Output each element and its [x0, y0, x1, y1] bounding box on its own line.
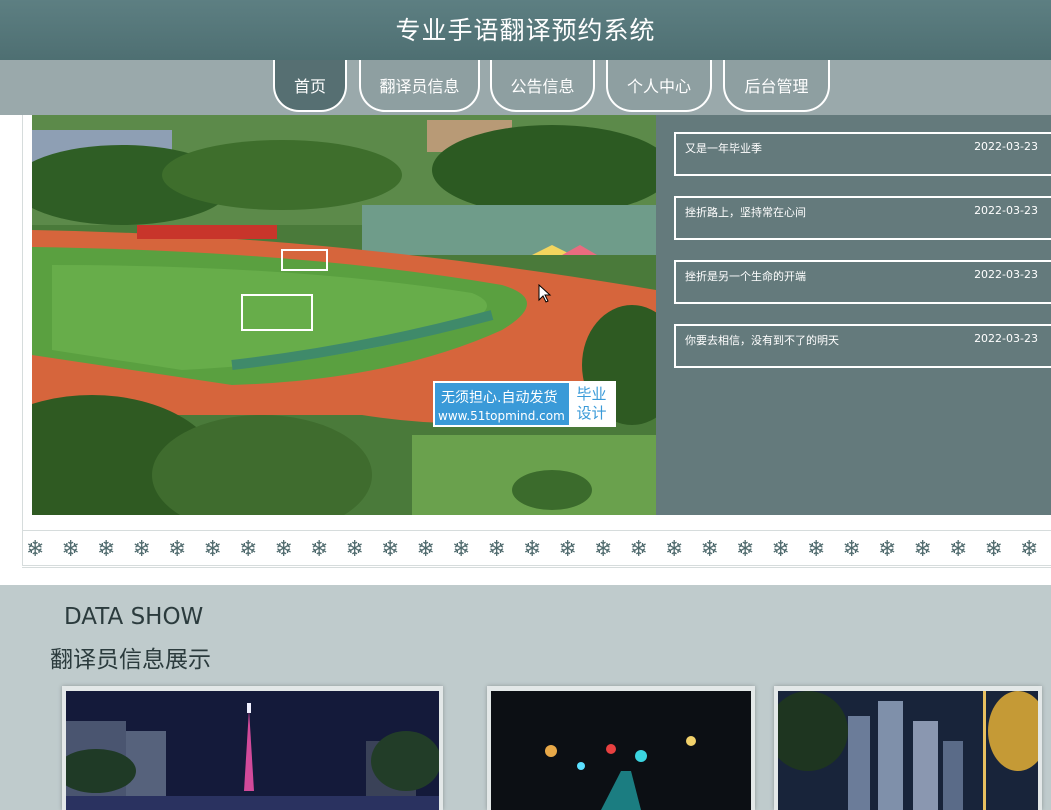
snowflake-icon: ❄	[807, 537, 826, 562]
watermark-text: 无须担心.自动发货	[441, 390, 558, 406]
night-skyline-palms-photo	[778, 691, 1038, 810]
snowflake-icon: ❄	[736, 537, 755, 562]
snowflake-icon: ❄	[452, 537, 471, 562]
stadium-photo-illustration	[32, 115, 656, 515]
snowflake-icon: ❄	[132, 537, 151, 562]
snowflake-icon: ❄	[203, 537, 222, 562]
snowflake-icon: ❄	[61, 537, 80, 562]
snowflake-icon: ❄	[842, 537, 861, 562]
snowflake-icon: ❄	[949, 537, 968, 562]
snowflake-icon: ❄	[345, 537, 364, 562]
night-city-tower-photo	[66, 691, 439, 810]
snowflake-icon: ❄	[168, 537, 187, 562]
section-title-en: DATA SHOW	[64, 604, 204, 630]
news-item[interactable]: 挫折是另一个生命的开端 2022-03-23	[674, 260, 1051, 304]
snowflake-icon: ❄	[594, 537, 613, 562]
snowflake-icon: ❄	[878, 537, 897, 562]
site-title: 专业手语翻译预约系统	[395, 16, 656, 45]
news-panel: 又是一年毕业季 2022-03-23 挫折路上，坚持常在心间 2022-03-2…	[656, 115, 1051, 515]
watermark-badge: 无须担心.自动发货 www.51topmind.com 毕业 设计	[433, 381, 616, 427]
news-date: 2022-03-23	[974, 140, 1038, 153]
card-image	[778, 691, 1038, 810]
snowflake-icon: ❄	[629, 537, 648, 562]
snowflake-icon: ❄	[97, 537, 116, 562]
card-image	[66, 691, 439, 810]
snowflake-icon: ❄	[771, 537, 790, 562]
section-title-zh: 翻译员信息展示	[50, 647, 211, 673]
snowflake-icon: ❄	[26, 537, 45, 562]
news-title: 你要去相信，没有到不了的明天	[685, 334, 839, 347]
news-item[interactable]: 挫折路上，坚持常在心间 2022-03-23	[674, 196, 1051, 240]
snowflake-icon: ❄	[700, 537, 719, 562]
snowflake-icon: ❄	[523, 537, 542, 562]
watermark-url: www.51topmind.com	[438, 409, 565, 423]
nav-announcements[interactable]: 公告信息	[490, 60, 595, 112]
snowflake-divider: ❄ ❄ ❄ ❄ ❄ ❄ ❄ ❄ ❄ ❄ ❄ ❄ ❄ ❄ ❄ ❄ ❄ ❄ ❄ ❄ ❄ ❄ ❄ ❄ ❄ ❄ ❄ ❄ ❄	[22, 530, 1051, 568]
news-date: 2022-03-23	[974, 204, 1038, 217]
snowflake-icon: ❄	[665, 537, 684, 562]
snowflake-icon: ❄	[487, 537, 506, 562]
snowflake-icon: ❄	[984, 537, 1003, 562]
night-street-bokeh-photo	[491, 691, 751, 810]
nav-home[interactable]: 首页	[273, 60, 347, 112]
mouse-cursor-icon	[538, 283, 552, 308]
snowflake-icon: ❄	[310, 537, 329, 562]
nav-admin[interactable]: 后台管理	[723, 60, 830, 112]
site-header: 专业手语翻译预约系统	[0, 0, 1051, 60]
snowflake-icon: ❄	[239, 537, 258, 562]
snowflake-icon: ❄	[913, 537, 932, 562]
snowflake-icon: ❄	[1020, 537, 1039, 562]
translator-card[interactable]	[62, 686, 443, 810]
news-title: 挫折路上，坚持常在心间	[685, 206, 806, 219]
watermark-tag: 毕业 设计	[569, 383, 614, 425]
news-item[interactable]: 又是一年毕业季 2022-03-23	[674, 132, 1051, 176]
banner-photo[interactable]	[32, 115, 656, 515]
snowflake-icon: ❄	[558, 537, 577, 562]
snowflake-icon: ❄	[274, 537, 293, 562]
card-image	[491, 691, 751, 810]
nav-translator-info[interactable]: 翻译员信息	[359, 60, 480, 112]
news-title: 挫折是另一个生命的开端	[685, 270, 806, 283]
snowflake-icon: ❄	[416, 537, 435, 562]
news-item[interactable]: 你要去相信，没有到不了的明天 2022-03-23	[674, 324, 1051, 368]
nav-personal-center[interactable]: 个人中心	[606, 60, 712, 112]
nav-bar: 首页 翻译员信息 公告信息 个人中心 后台管理	[0, 60, 1051, 115]
news-date: 2022-03-23	[974, 268, 1038, 281]
news-date: 2022-03-23	[974, 332, 1038, 345]
translator-card[interactable]	[774, 686, 1042, 810]
snowflake-icon: ❄	[381, 537, 400, 562]
translator-card[interactable]	[487, 686, 755, 810]
news-title: 又是一年毕业季	[685, 142, 762, 155]
